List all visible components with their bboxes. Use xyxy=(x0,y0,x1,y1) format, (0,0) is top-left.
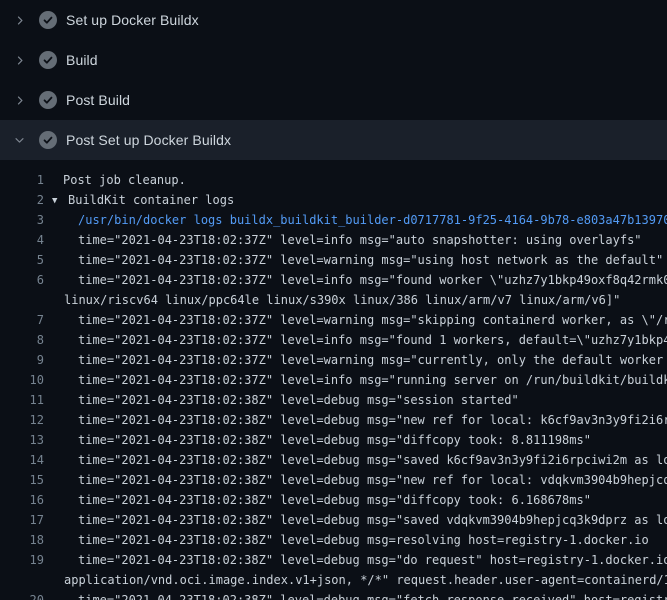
log-line-number xyxy=(0,290,44,310)
log-line: 13 time="2021-04-23T18:02:38Z" level=deb… xyxy=(0,430,667,450)
log-line: 20 time="2021-04-23T18:02:38Z" level=deb… xyxy=(0,590,667,600)
chevron-right-icon[interactable] xyxy=(12,93,26,107)
log-line-text: time="2021-04-23T18:02:38Z" level=debug … xyxy=(44,530,649,550)
log-line: 17 time="2021-04-23T18:02:38Z" level=deb… xyxy=(0,510,667,530)
log-line-number[interactable]: 12 xyxy=(0,410,44,430)
log-line-text: time="2021-04-23T18:02:37Z" level=info m… xyxy=(44,270,667,290)
check-circle-icon xyxy=(39,131,57,149)
log-line: 15 time="2021-04-23T18:02:38Z" level=deb… xyxy=(0,470,667,490)
workflow-log-viewer: Set up Docker Buildx Build Post Build xyxy=(0,0,667,600)
log-line-number[interactable]: 6 xyxy=(0,270,44,290)
triangle-down-icon[interactable]: ▼ xyxy=(52,191,68,210)
log-line-text: time="2021-04-23T18:02:37Z" level=info m… xyxy=(44,230,642,250)
log-line-text: time="2021-04-23T18:02:37Z" level=warnin… xyxy=(44,310,667,330)
log-line: 10 time="2021-04-23T18:02:37Z" level=inf… xyxy=(0,370,667,390)
step-row-post-build[interactable]: Post Build xyxy=(0,80,667,120)
log-line-text: Post job cleanup. xyxy=(44,170,186,190)
log-line-number[interactable]: 7 xyxy=(0,310,44,330)
log-line-text: time="2021-04-23T18:02:38Z" level=debug … xyxy=(44,390,519,410)
log-line-number[interactable]: 14 xyxy=(0,450,44,470)
step-title: Post Set up Docker Buildx xyxy=(66,132,231,148)
log-line: 9 time="2021-04-23T18:02:37Z" level=warn… xyxy=(0,350,667,370)
log-line-text: time="2021-04-23T18:02:38Z" level=debug … xyxy=(44,490,591,510)
log-line-number[interactable]: 3 xyxy=(0,210,44,230)
log-line: 18 time="2021-04-23T18:02:38Z" level=deb… xyxy=(0,530,667,550)
chevron-right-icon[interactable] xyxy=(12,53,26,67)
log-line-text: time="2021-04-23T18:02:37Z" level=warnin… xyxy=(44,250,663,270)
log-line: 5 time="2021-04-23T18:02:37Z" level=warn… xyxy=(0,250,667,270)
log-line-text: time="2021-04-23T18:02:38Z" level=debug … xyxy=(44,510,667,530)
log-line-number[interactable]: 18 xyxy=(0,530,44,550)
log-line: 12 time="2021-04-23T18:02:38Z" level=deb… xyxy=(0,410,667,430)
log-group-header[interactable]: 2 ▼BuildKit container logs xyxy=(0,190,667,210)
log-line-text: time="2021-04-23T18:02:37Z" level=warnin… xyxy=(44,350,667,370)
check-circle-icon xyxy=(39,91,57,109)
log-line: 8 time="2021-04-23T18:02:37Z" level=info… xyxy=(0,330,667,350)
log-line-text: time="2021-04-23T18:02:38Z" level=debug … xyxy=(44,410,667,430)
log-line-number[interactable]: 17 xyxy=(0,510,44,530)
log-line-text: time="2021-04-23T18:02:38Z" level=debug … xyxy=(44,450,667,470)
log-line-number xyxy=(0,570,44,590)
log-line-wrap: application/vnd.oci.image.index.v1+json,… xyxy=(0,570,667,590)
log-line-text: linux/riscv64 linux/ppc64le linux/s390x … xyxy=(44,290,620,310)
log-line-number[interactable]: 10 xyxy=(0,370,44,390)
log-line-number[interactable]: 15 xyxy=(0,470,44,490)
log-line: 16 time="2021-04-23T18:02:38Z" level=deb… xyxy=(0,490,667,510)
check-circle-icon xyxy=(39,11,57,29)
chevron-right-icon[interactable] xyxy=(12,13,26,27)
log-command-text: /usr/bin/docker logs buildx_buildkit_bui… xyxy=(44,210,667,230)
step-row-build[interactable]: Build xyxy=(0,40,667,80)
log-line-number[interactable]: 5 xyxy=(0,250,44,270)
log-line-number[interactable]: 4 xyxy=(0,230,44,250)
log-line-text: time="2021-04-23T18:02:37Z" level=info m… xyxy=(44,370,667,390)
step-title: Set up Docker Buildx xyxy=(66,12,199,28)
log-line-wrap: linux/riscv64 linux/ppc64le linux/s390x … xyxy=(0,290,667,310)
log-line-number[interactable]: 2 xyxy=(0,190,44,210)
log-line-text: application/vnd.oci.image.index.v1+json,… xyxy=(44,570,667,590)
log-line-number[interactable]: 19 xyxy=(0,550,44,570)
log-group-label[interactable]: ▼BuildKit container logs xyxy=(44,190,234,210)
step-row-post-set-up-docker-buildx[interactable]: Post Set up Docker Buildx xyxy=(0,120,667,160)
step-title: Build xyxy=(66,52,98,68)
log-line-number[interactable]: 16 xyxy=(0,490,44,510)
log-output: 1 Post job cleanup. 2 ▼BuildKit containe… xyxy=(0,160,667,600)
log-line-number[interactable]: 8 xyxy=(0,330,44,350)
steps-list: Set up Docker Buildx Build Post Build xyxy=(0,0,667,160)
log-line-text: time="2021-04-23T18:02:38Z" level=debug … xyxy=(44,590,667,600)
step-title: Post Build xyxy=(66,92,130,108)
log-line-text: time="2021-04-23T18:02:38Z" level=debug … xyxy=(44,430,591,450)
step-row-set-up-docker-buildx[interactable]: Set up Docker Buildx xyxy=(0,0,667,40)
log-line: 11 time="2021-04-23T18:02:38Z" level=deb… xyxy=(0,390,667,410)
log-line: 14 time="2021-04-23T18:02:38Z" level=deb… xyxy=(0,450,667,470)
log-line-number[interactable]: 11 xyxy=(0,390,44,410)
log-line-text: time="2021-04-23T18:02:38Z" level=debug … xyxy=(44,550,667,570)
log-line-number[interactable]: 13 xyxy=(0,430,44,450)
log-line-number[interactable]: 20 xyxy=(0,590,44,600)
log-line-number[interactable]: 9 xyxy=(0,350,44,370)
log-line: 4 time="2021-04-23T18:02:37Z" level=info… xyxy=(0,230,667,250)
log-line-text: time="2021-04-23T18:02:37Z" level=info m… xyxy=(44,330,667,350)
chevron-down-icon[interactable] xyxy=(12,133,26,147)
log-line: 19 time="2021-04-23T18:02:38Z" level=deb… xyxy=(0,550,667,570)
log-group-title: BuildKit container logs xyxy=(68,193,234,207)
check-circle-icon xyxy=(39,51,57,69)
log-line-number[interactable]: 1 xyxy=(0,170,44,190)
log-line: 6 time="2021-04-23T18:02:37Z" level=info… xyxy=(0,270,667,290)
log-line: 7 time="2021-04-23T18:02:37Z" level=warn… xyxy=(0,310,667,330)
log-line: 3 /usr/bin/docker logs buildx_buildkit_b… xyxy=(0,210,667,230)
log-line-text: time="2021-04-23T18:02:38Z" level=debug … xyxy=(44,470,667,490)
log-line: 1 Post job cleanup. xyxy=(0,170,667,190)
